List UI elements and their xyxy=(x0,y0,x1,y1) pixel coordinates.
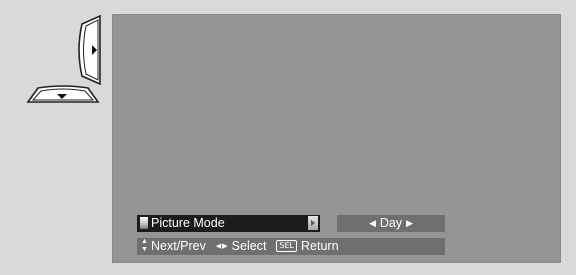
menu-item-left-marker xyxy=(140,217,148,229)
down-arrow-wedge-icon xyxy=(26,85,100,103)
help-next-prev: Next/Prev xyxy=(151,239,206,253)
right-arrow-icon[interactable]: ▶ xyxy=(402,215,417,232)
direction-wedges xyxy=(26,14,101,103)
help-select: Select xyxy=(231,239,267,253)
left-arrow-icon[interactable]: ◀ xyxy=(365,215,380,232)
picture-mode-value: Day xyxy=(379,216,403,230)
up-down-arrow-icon: ▲ ▼ xyxy=(141,238,148,253)
menu-item-label: Picture Mode xyxy=(151,216,225,230)
tv-osd-page: Picture Mode ◀ Day ▶ ▲ ▼ Next/Prev ◀▶ Select S… xyxy=(0,0,576,275)
help-bar: ▲ ▼ Next/Prev ◀▶ Select SEL Return xyxy=(137,238,445,255)
help-return: Return xyxy=(301,239,339,253)
sel-key-icon: SEL xyxy=(276,240,298,252)
left-right-arrow-icon: ◀▶ xyxy=(215,243,229,250)
menu-item-right-arrow-icon[interactable] xyxy=(308,216,318,230)
menu-item-picture-mode[interactable]: Picture Mode xyxy=(137,215,320,232)
right-arrow-wedge-icon xyxy=(78,14,101,86)
picture-mode-value-selector[interactable]: ◀ Day ▶ xyxy=(337,215,445,232)
